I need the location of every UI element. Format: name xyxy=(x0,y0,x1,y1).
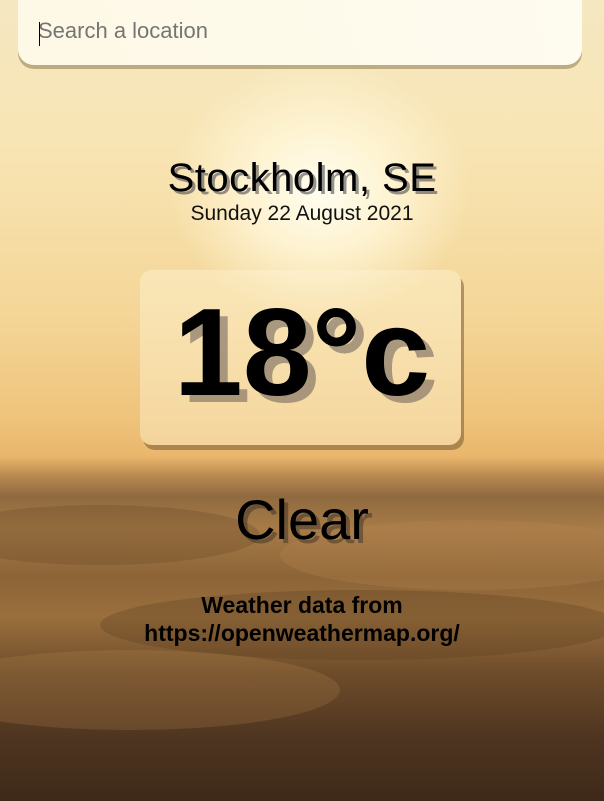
dune-shape xyxy=(0,650,340,730)
temperature-value: 18°c xyxy=(173,284,431,422)
search-bar xyxy=(18,0,582,65)
location-title: Stockholm, SE xyxy=(167,156,437,200)
attribution-link[interactable]: https://openweathermap.org/ xyxy=(0,619,604,647)
date-label: Sunday 22 August 2021 xyxy=(190,202,414,225)
search-input[interactable] xyxy=(38,14,558,48)
attribution-line-1: Weather data from xyxy=(201,592,403,618)
text-caret xyxy=(39,22,40,46)
attribution-text: Weather data from https://openweathermap… xyxy=(0,591,604,647)
weather-condition: Clear xyxy=(235,488,369,551)
